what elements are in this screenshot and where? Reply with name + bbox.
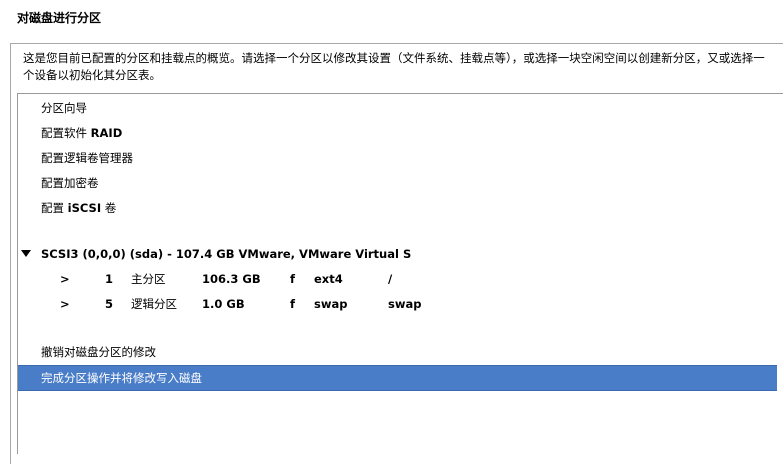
partition-number: 5 bbox=[105, 297, 114, 311]
menu-item-label: 配置逻辑卷管理器 bbox=[41, 151, 133, 165]
finish-partitioning-item[interactable]: 完成分区操作并将修改写入磁盘 bbox=[18, 365, 777, 391]
partition-row[interactable]: > 1 主分区 106.3 GB f ext4 / bbox=[18, 267, 777, 292]
menu-item-configure-lvm[interactable]: 配置逻辑卷管理器 bbox=[18, 146, 777, 171]
partition-filesystem: ext4 bbox=[314, 272, 343, 286]
page-title: 对磁盘进行分区 bbox=[17, 11, 102, 25]
partition-mountpoint: / bbox=[388, 272, 393, 286]
partition-size: 1.0 GB bbox=[202, 297, 245, 311]
menu-item-label: 配置 iSCSI 卷 bbox=[41, 201, 117, 215]
partition-type: 逻辑分区 bbox=[131, 297, 177, 311]
undo-changes-item[interactable]: 撤销对磁盘分区的修改 bbox=[18, 340, 777, 365]
disk-row-sda[interactable]: SCSI3 (0,0,0) (sda) - 107.4 GB VMware, V… bbox=[18, 242, 777, 267]
partition-mountpoint: swap bbox=[388, 297, 422, 311]
menu-item-configure-iscsi[interactable]: 配置 iSCSI 卷 bbox=[18, 196, 777, 221]
partition-filesystem: swap bbox=[314, 297, 348, 311]
partition-size: 106.3 GB bbox=[202, 272, 261, 286]
partition-list[interactable]: 分区向导 配置软件 RAID 配置逻辑卷管理器 配置加密卷 配置 iSCSI 卷… bbox=[17, 93, 783, 454]
partition-type: 主分区 bbox=[131, 272, 166, 286]
menu-item-label: 分区向导 bbox=[41, 101, 87, 115]
disk-label: SCSI3 (0,0,0) (sda) - 107.4 GB VMware, V… bbox=[41, 247, 412, 261]
menu-item-configure-raid[interactable]: 配置软件 RAID bbox=[18, 121, 777, 146]
menu-item-label: 配置加密卷 bbox=[41, 176, 99, 190]
menu-item-configure-encrypted[interactable]: 配置加密卷 bbox=[18, 171, 777, 196]
partition-flag: f bbox=[290, 297, 296, 311]
chevron-down-icon[interactable] bbox=[21, 250, 31, 257]
finish-partitioning-label: 完成分区操作并将修改写入磁盘 bbox=[41, 371, 202, 385]
page-description: 这是您目前已配置的分区和挂载点的概览。请选择一个分区以修改其设置（文件系统、挂载… bbox=[23, 51, 765, 82]
partition-number: 1 bbox=[105, 272, 114, 286]
menu-item-partition-wizard[interactable]: 分区向导 bbox=[18, 96, 777, 121]
partition-arrow: > bbox=[60, 272, 70, 286]
partition-flag: f bbox=[290, 272, 296, 286]
partition-arrow: > bbox=[60, 297, 70, 311]
partition-row[interactable]: > 5 逻辑分区 1.0 GB f swap swap bbox=[18, 292, 777, 317]
menu-item-label: 配置软件 RAID bbox=[41, 126, 123, 140]
undo-changes-label: 撤销对磁盘分区的修改 bbox=[41, 345, 156, 359]
